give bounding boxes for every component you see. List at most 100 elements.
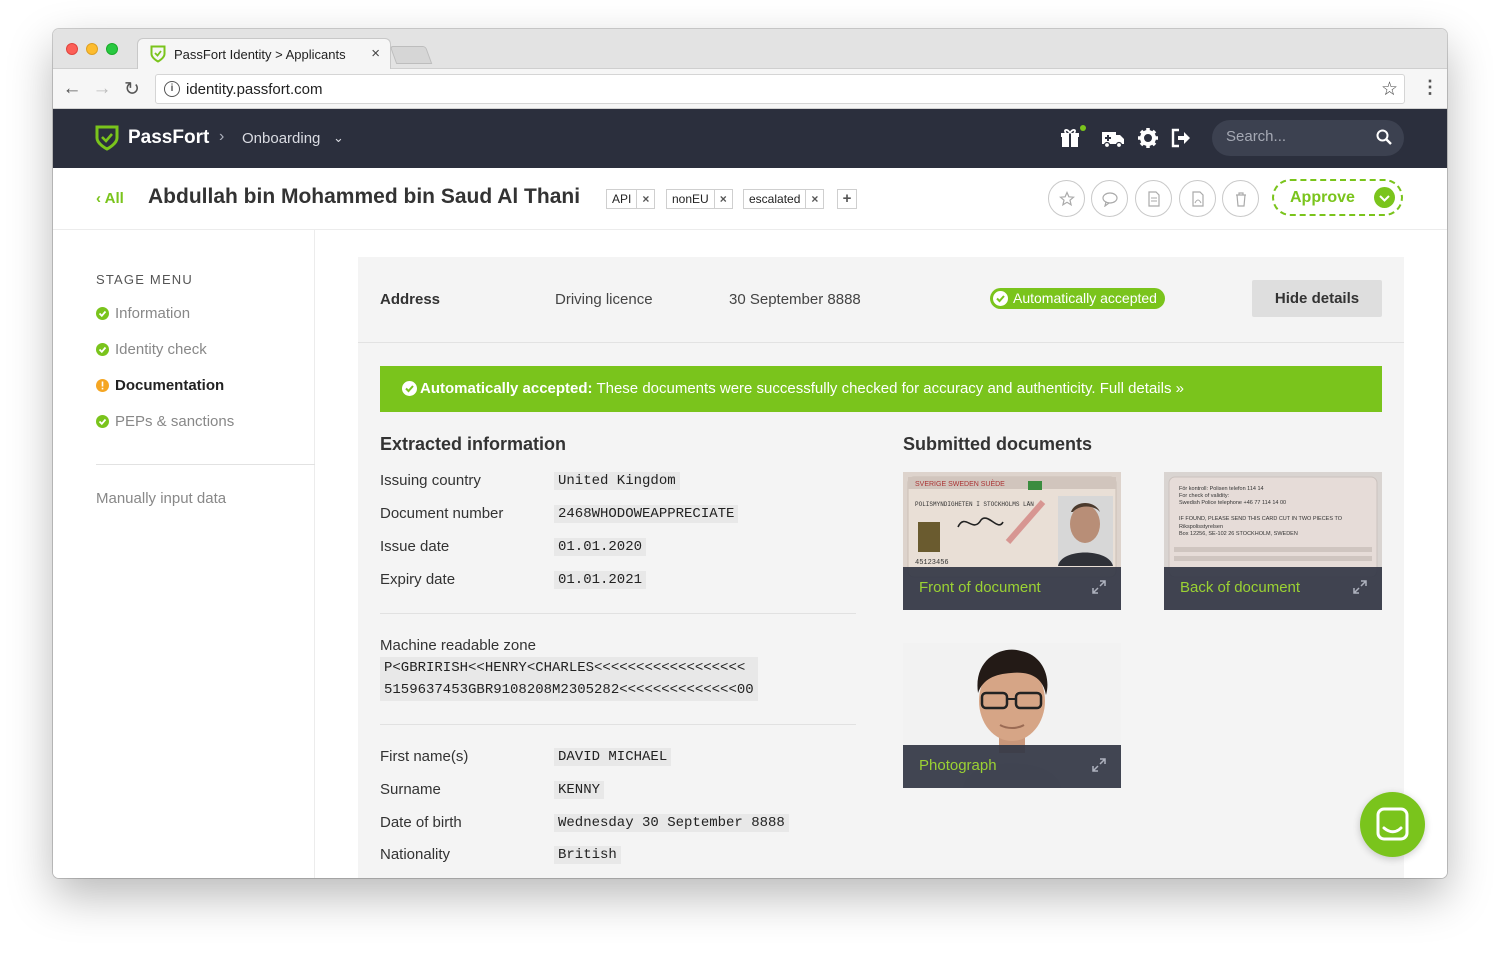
document-date: 30 September 8888 (729, 291, 861, 308)
card-line-text: POLISMYNDIGHETEN I STOCKHOLMS LÄN (915, 501, 1034, 508)
front-document-card[interactable]: SVERIGE SWEDEN SUÈDE POLISMYNDIGHETEN I … (903, 472, 1121, 610)
notification-dot (1080, 125, 1086, 131)
field-label: Issue date (380, 538, 450, 555)
field-value: 2468WHODOWEAPPRECIATE (554, 505, 739, 523)
browser-menu-icon[interactable]: ⋮ (1421, 77, 1439, 98)
stage-item-label: Information (115, 305, 191, 322)
chat-launcher-button[interactable] (1360, 792, 1425, 857)
field-value: DAVID MICHAEL (554, 748, 672, 766)
back-to-all-link[interactable]: ‹ All (96, 190, 124, 207)
address-bar[interactable]: i identity.passfort.com ☆ (155, 74, 1405, 104)
tab-close-icon[interactable]: × (371, 45, 380, 62)
reload-icon[interactable]: ↻ (121, 78, 143, 101)
photograph-card[interactable]: Photograph (903, 643, 1121, 788)
approve-chevron-icon (1374, 187, 1395, 208)
browser-tab[interactable]: PassFort Identity > Applicants × (137, 38, 391, 69)
info-icon[interactable]: i (164, 81, 180, 97)
chat-icon (1376, 807, 1409, 841)
logout-icon[interactable] (1170, 127, 1192, 149)
browser-toolbar: ← → ↻ i identity.passfort.com ☆ ⋮ (53, 69, 1447, 109)
document-button[interactable] (1135, 180, 1172, 217)
approve-button[interactable]: Approve (1272, 179, 1403, 216)
minimize-window-button[interactable] (86, 43, 98, 55)
expand-icon[interactable] (1091, 757, 1107, 773)
stage-item-peps-sanctions[interactable]: PEPs & sanctions (96, 413, 234, 430)
star-button[interactable] (1048, 180, 1085, 217)
stage-menu: STAGE MENU Information Identity check Do… (53, 230, 315, 878)
document-summary-row: Address Driving licence 30 September 888… (358, 257, 1404, 343)
field-label: Date of birth (380, 814, 462, 831)
tag-label: API (607, 190, 637, 208)
sidebar-divider (96, 464, 315, 465)
banner-text[interactable]: Automatically accepted: These documents … (420, 366, 1184, 412)
search-input[interactable] (1226, 128, 1366, 145)
field-value: KENNY (554, 781, 605, 799)
stage-item-documentation[interactable]: Documentation (96, 377, 224, 394)
tab-title: PassFort Identity > Applicants (174, 47, 346, 62)
check-icon (993, 291, 1008, 306)
expand-icon[interactable] (1091, 579, 1107, 595)
remove-tag-icon[interactable]: × (713, 190, 732, 208)
search-box (1212, 120, 1404, 156)
new-tab-button[interactable] (389, 46, 433, 64)
applicant-header: ‹ All Abdullah bin Mohammed bin Saud Al … (53, 168, 1447, 230)
stage-item-identity-check[interactable]: Identity check (96, 341, 207, 358)
pdf-button[interactable] (1179, 180, 1216, 217)
mrz-line: P<GBRIRISH<<HENRY<CHARLES<<<<<<<<<<<<<<<… (384, 660, 746, 676)
manually-input-data-link[interactable]: Manually input data (96, 490, 226, 507)
pdf-icon (1192, 191, 1204, 207)
main-content: Address Driving licence 30 September 888… (315, 230, 1447, 878)
back-document-card[interactable]: För kontroll: Polisen telefon 114 14 For… (1164, 472, 1382, 610)
back-arrow-icon[interactable]: ← (61, 78, 83, 100)
status-badge: Automatically accepted (990, 288, 1165, 309)
document-icon (1148, 191, 1160, 207)
gear-icon[interactable] (1137, 127, 1159, 149)
comment-icon (1102, 192, 1118, 207)
forward-arrow-icon[interactable]: → (91, 78, 113, 100)
document-type: Driving licence (555, 291, 653, 308)
search-icon[interactable] (1376, 129, 1392, 145)
card-back-line: För kontroll: Polisen telefon 114 14 (1179, 486, 1264, 492)
chevron-down-icon[interactable]: ⌄ (333, 130, 344, 146)
card-back-line: Box 12256, SE-102 26 STOCKHOLM, SWEDEN (1179, 531, 1298, 537)
check-icon (96, 343, 109, 356)
comment-button[interactable] (1091, 180, 1128, 217)
check-icon (402, 381, 417, 396)
card-header-text: SVERIGE SWEDEN SUÈDE (915, 479, 1005, 488)
document-caption: Back of document (1164, 567, 1382, 610)
remove-tag-icon[interactable]: × (805, 190, 823, 208)
remove-tag-icon[interactable]: × (636, 190, 654, 208)
banner-strong: Automatically accepted: (420, 380, 593, 397)
expand-icon[interactable] (1352, 579, 1368, 595)
maximize-window-button[interactable] (106, 43, 118, 55)
breadcrumb-onboarding[interactable]: Onboarding (242, 130, 320, 147)
approve-label: Approve (1290, 189, 1355, 206)
stage-menu-title: STAGE MENU (96, 272, 193, 287)
stage-item-label: PEPs & sanctions (115, 413, 235, 430)
check-icon (96, 307, 109, 320)
browser-window: PassFort Identity > Applicants × ← → ↻ i… (53, 29, 1447, 878)
bookmark-star-icon[interactable]: ☆ (1381, 78, 1398, 101)
brand-name[interactable]: PassFort (128, 127, 209, 149)
card-back-line: Rikspolisstyrelsen (1179, 524, 1223, 530)
banner-message: These documents were successfully checke… (592, 380, 1184, 397)
close-window-button[interactable] (66, 43, 78, 55)
stage-item-label: Identity check (115, 341, 207, 358)
tag-escalated: escalated × (743, 189, 825, 209)
passfort-logo-icon (95, 125, 119, 151)
extracted-info-title: Extracted information (380, 434, 567, 454)
card-back-line: Swedish Police telephone +46 77 114 14 0… (1179, 500, 1286, 506)
app-header: PassFort › Onboarding ⌄ (53, 109, 1447, 168)
stage-item-information[interactable]: Information (96, 305, 190, 322)
gift-icon[interactable] (1059, 127, 1081, 149)
delete-button[interactable] (1222, 180, 1259, 217)
document-caption-text: Back of document (1180, 579, 1301, 596)
breadcrumb-separator: › (219, 128, 225, 145)
add-tag-button[interactable]: + (837, 189, 857, 209)
warning-icon (96, 379, 109, 392)
hide-details-button[interactable]: Hide details (1252, 280, 1382, 317)
card-number-text: 45123456 (915, 559, 949, 567)
field-label: First name(s) (380, 748, 469, 765)
stage-item-label: Documentation (115, 377, 225, 394)
ambulance-icon[interactable] (1101, 127, 1125, 149)
